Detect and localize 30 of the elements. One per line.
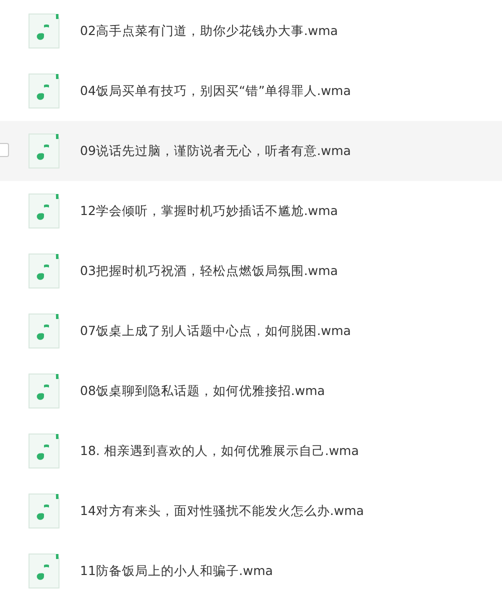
audio-file-icon [28,133,60,169]
file-name: 18. 相亲遇到喜欢的人，如何优雅展示自己.wma [80,442,359,460]
file-row[interactable]: 03把握时机巧祝酒，轻松点燃饭局氛围.wma [0,241,502,301]
file-row[interactable]: 07饭桌上成了别人话题中心点，如何脱困.wma [0,301,502,361]
file-row[interactable]: 08饭桌聊到隐私话题，如何优雅接招.wma [0,361,502,421]
audio-file-icon [28,493,60,529]
file-row[interactable]: 18. 相亲遇到喜欢的人，如何优雅展示自己.wma [0,421,502,481]
file-row[interactable]: 02高手点菜有门道，助你少花钱办大事.wma [0,1,502,61]
audio-file-icon [28,73,60,109]
audio-file-icon [28,313,60,349]
file-name: 12学会倾听，掌握时机巧妙插话不尴尬.wma [80,202,338,220]
file-row[interactable]: 04饭局买单有技巧，别因买“错”单得罪人.wma [0,61,502,121]
file-row[interactable]: 12学会倾听，掌握时机巧妙插话不尴尬.wma [0,181,502,241]
audio-file-icon [28,13,60,49]
file-name: 02高手点菜有门道，助你少花钱办大事.wma [80,22,338,40]
audio-file-icon [28,373,60,409]
file-name: 03把握时机巧祝酒，轻松点燃饭局氛围.wma [80,262,338,280]
file-row[interactable]: 11防备饭局上的小人和骗子.wma [0,541,502,597]
audio-file-icon [28,433,60,469]
file-row[interactable]: 14对方有来头，面对性骚扰不能发火怎么办.wma [0,481,502,541]
file-name: 07饭桌上成了别人话题中心点，如何脱困.wma [80,322,351,340]
file-row[interactable]: 09说话先过脑，谨防说者无心，听者有意.wma [0,121,502,181]
file-name: 09说话先过脑，谨防说者无心，听者有意.wma [80,142,351,160]
file-name: 14对方有来头，面对性骚扰不能发火怎么办.wma [80,502,364,520]
audio-file-icon [28,253,60,289]
file-name: 11防备饭局上的小人和骗子.wma [80,562,273,580]
audio-file-icon [28,553,60,589]
audio-file-icon [28,193,60,229]
file-name: 08饭桌聊到隐私话题，如何优雅接招.wma [80,382,325,400]
file-name: 04饭局买单有技巧，别因买“错”单得罪人.wma [80,82,351,100]
